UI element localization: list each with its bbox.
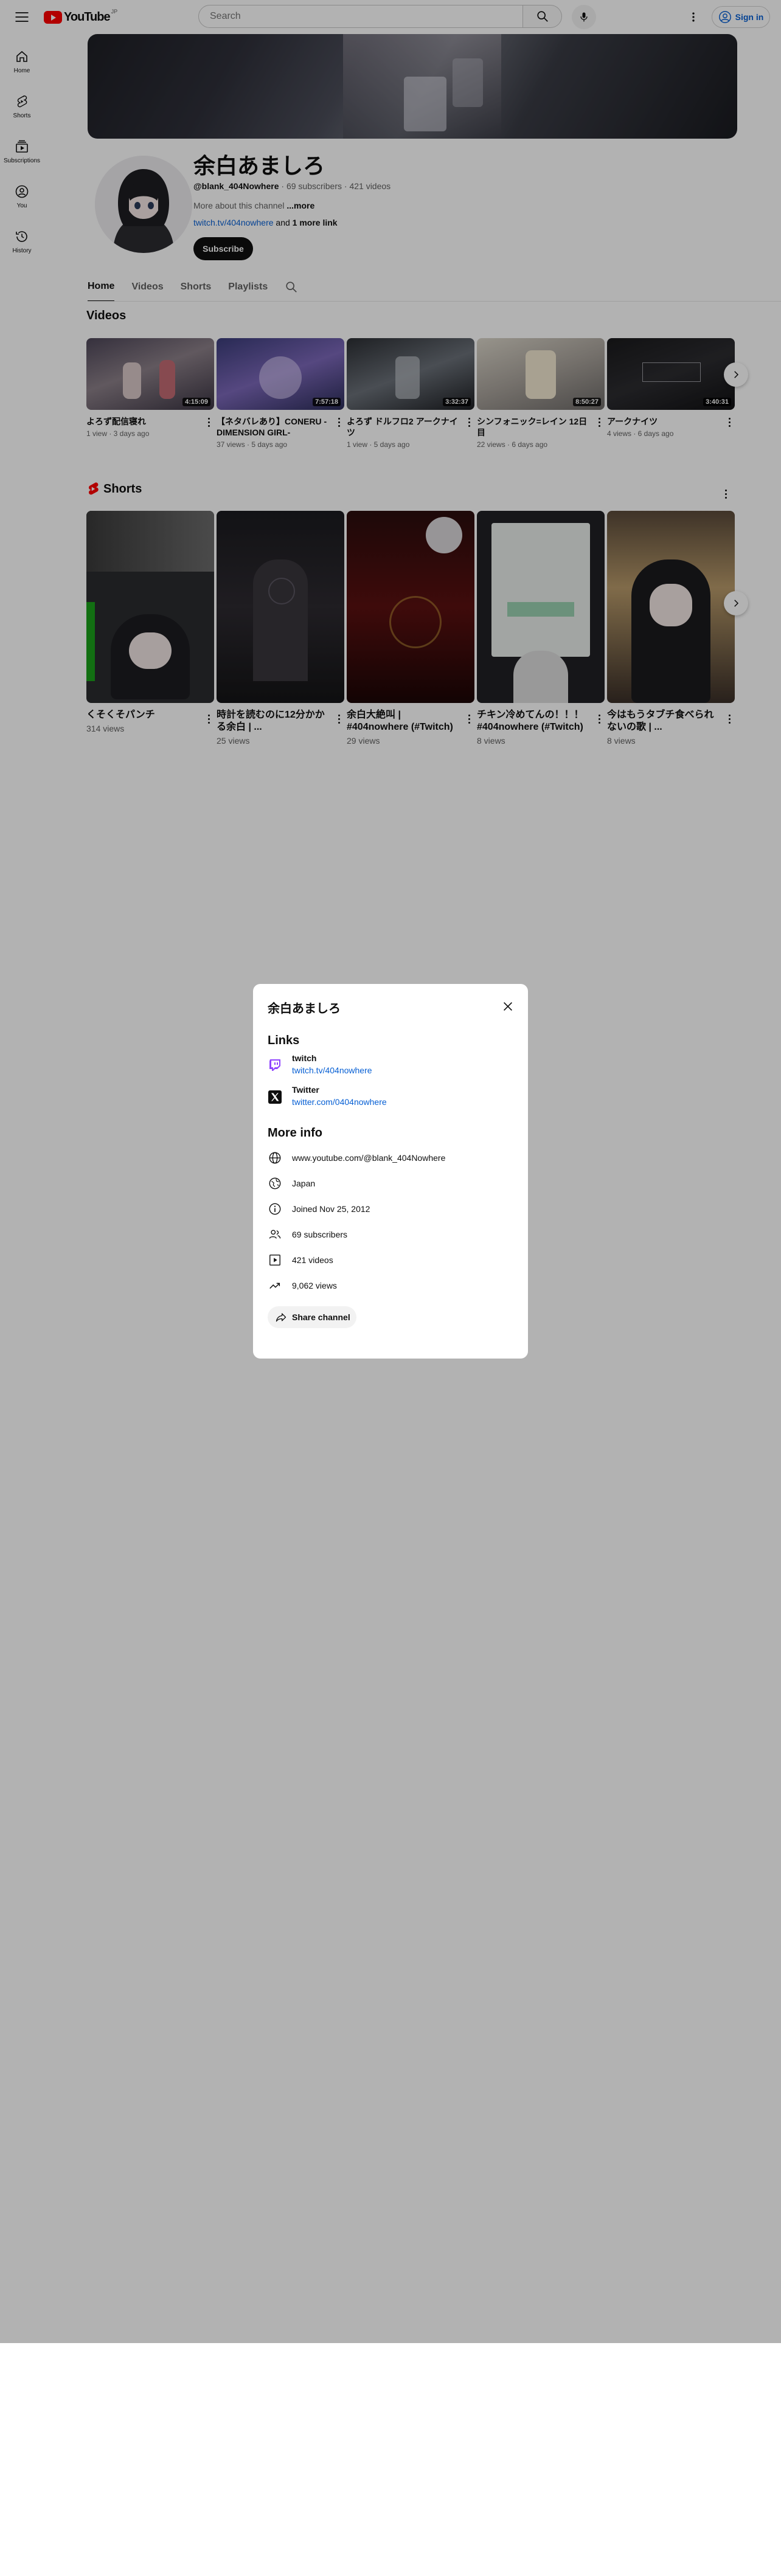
about-channel-dialog: 余白あましろ Links twitch twitch.tv/404nowhere… [253,984,528,1359]
link-url[interactable]: twitch.tv/404nowhere [292,1065,372,1075]
more-info-heading: More info [268,1126,322,1140]
views-text: 9,062 views [292,1281,337,1290]
link-url[interactable]: twitter.com/0404nowhere [292,1097,387,1107]
info-country: Japan [268,1175,511,1192]
country-text: Japan [292,1179,316,1188]
globe-icon [269,1152,281,1164]
video-icon [269,1255,280,1265]
share-channel-label: Share channel [292,1312,350,1322]
trending-icon [269,1283,280,1289]
videos-text: 421 videos [292,1255,333,1265]
close-button[interactable] [499,997,517,1016]
share-icon [276,1313,286,1322]
link-item-twitter[interactable]: Twitter twitter.com/0404nowhere [268,1085,511,1109]
link-name: twitch [292,1053,317,1063]
location-icon [269,1177,281,1189]
link-item-twitch[interactable]: twitch twitch.tv/404nowhere [268,1053,511,1078]
info-icon [269,1203,281,1215]
info-views: 9,062 views [268,1277,511,1294]
youtube-page: YouTube JP Sign in Home Shorts [0,0,781,2343]
twitch-icon [269,1059,280,1071]
subscribers-text: 69 subscribers [292,1230,348,1239]
share-channel-button[interactable]: Share channel [268,1306,356,1328]
links-heading: Links [268,1034,300,1047]
info-subscribers: 69 subscribers [268,1226,511,1243]
close-icon [503,1002,513,1011]
info-joined: Joined Nov 25, 2012 [268,1200,511,1217]
x-icon [268,1090,282,1104]
dialog-title: 余白あましろ [268,1002,341,1016]
channel-url-text[interactable]: www.youtube.com/@blank_404Nowhere [292,1153,445,1163]
link-name: Twitter [292,1085,319,1095]
joined-text: Joined Nov 25, 2012 [292,1204,370,1214]
info-channel-url: www.youtube.com/@blank_404Nowhere [268,1149,511,1166]
subscribers-icon [269,1230,281,1239]
info-videos: 421 videos [268,1252,511,1269]
